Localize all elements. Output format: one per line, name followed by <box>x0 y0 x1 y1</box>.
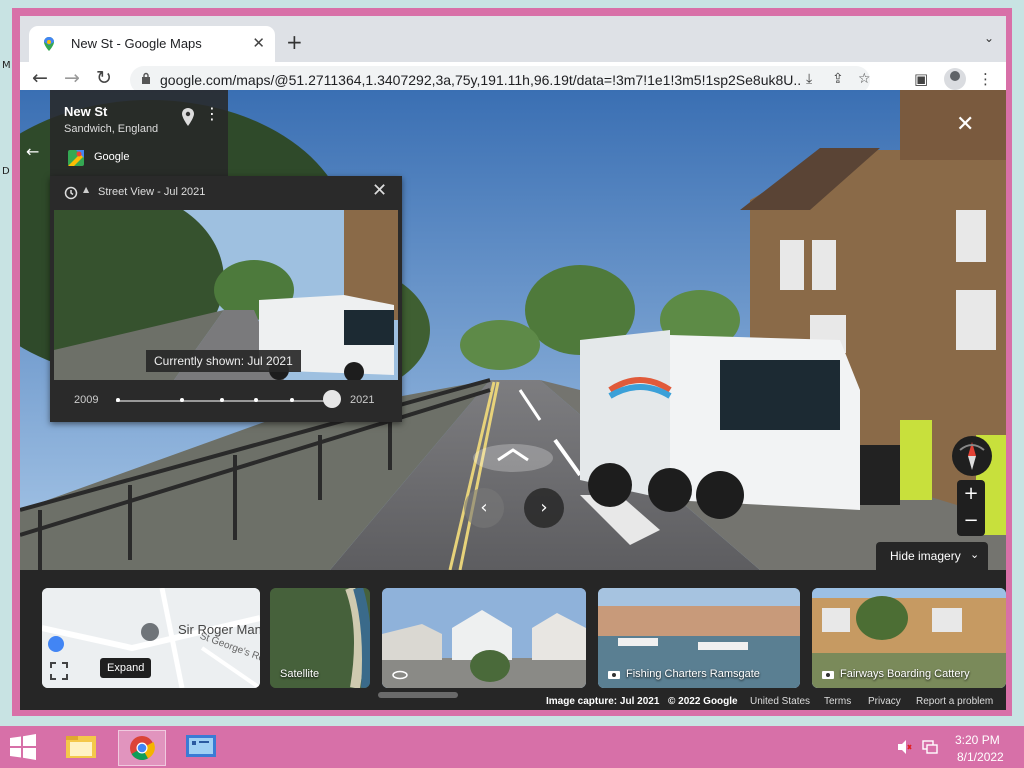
history-clock-icon[interactable] <box>64 186 78 200</box>
google-maps-logo-icon <box>68 150 84 166</box>
desktop-glyph-d: D <box>2 166 10 177</box>
street-view-history-panel: ▲ Street View - Jul 2021 ✕ Currently sho… <box>50 176 402 422</box>
volume-muted-icon[interactable] <box>898 740 912 754</box>
expand-tooltip: Expand <box>100 658 152 678</box>
timeline-tick[interactable] <box>220 398 224 402</box>
report-problem-link[interactable]: Report a problem <box>916 696 993 707</box>
share-icon[interactable]: ⇪ <box>832 71 844 87</box>
reload-icon[interactable]: ↻ <box>96 67 112 89</box>
timeline-end-year: 2021 <box>350 394 375 406</box>
hide-imagery-label: Hide imagery <box>890 549 961 563</box>
map-footer: Image capture: Jul 2021 © 2022 Google Un… <box>20 696 1006 710</box>
location-pin-icon[interactable] <box>182 108 194 126</box>
next-arrow-button[interactable]: › <box>524 488 564 528</box>
windows-start-icon[interactable] <box>10 734 36 760</box>
network-icon[interactable] <box>922 740 938 754</box>
cattery-card[interactable]: Fairways Boarding Cattery <box>812 588 1006 688</box>
fishing-charters-label: Fishing Charters Ramsgate <box>626 668 760 680</box>
chrome-icon <box>130 736 155 761</box>
more-options-icon[interactable]: ⋮ <box>204 104 220 123</box>
file-explorer-icon[interactable] <box>58 730 104 764</box>
back-arrow-icon[interactable]: ← <box>26 142 39 161</box>
maps-pin-icon <box>44 37 54 51</box>
timeline-tick[interactable] <box>290 398 294 402</box>
place-header-panel: New St Sandwich, England ⋮ Google <box>50 90 228 178</box>
tab-google-maps[interactable]: New St - Google Maps ✕ <box>29 26 275 62</box>
imagery-strip: Sir Roger Manwood's S St George's Rd Exp… <box>20 570 1006 710</box>
timeline-tick[interactable] <box>116 398 120 402</box>
back-icon[interactable]: ← <box>32 67 48 89</box>
tab-search-icon[interactable]: ⌄ <box>984 31 994 45</box>
current-date-tooltip: Currently shown: Jul 2021 <box>146 350 301 372</box>
street-view-viewport[interactable]: ← New St Sandwich, England ⋮ Google ▲ St… <box>20 90 1006 710</box>
chrome-taskbar-button[interactable] <box>118 730 166 766</box>
country-link[interactable]: United States <box>750 696 810 707</box>
hide-imagery-button[interactable]: Hide imagery ⌄ <box>876 542 988 570</box>
caret-up-icon[interactable]: ▲ <box>83 185 89 194</box>
compass-icon[interactable] <box>952 436 992 476</box>
clock-time[interactable]: 3:20 PM <box>955 733 1000 747</box>
bookmark-star-icon[interactable]: ☆ <box>858 71 871 87</box>
browser-window: — ☐ ✕ New St - Google Maps ✕ + ⌄ ← → ↻ g… <box>12 8 1012 716</box>
panorama-image <box>382 588 586 688</box>
new-tab-button[interactable]: + <box>286 30 303 54</box>
privacy-link[interactable]: Privacy <box>868 696 901 707</box>
zoom-in-button[interactable]: + <box>957 480 985 508</box>
chrome-menu-icon[interactable]: ⋮ <box>978 70 993 88</box>
panorama-360-icon <box>392 670 408 680</box>
panorama-card[interactable] <box>382 588 586 688</box>
cattery-label: Fairways Boarding Cattery <box>840 668 970 680</box>
lock-icon[interactable] <box>141 72 151 84</box>
place-subtitle: Sandwich, England <box>64 123 159 135</box>
side-panel-icon[interactable]: ▣ <box>914 70 928 88</box>
timeline-tick[interactable] <box>254 398 258 402</box>
fishing-charters-card[interactable]: Fishing Charters Ramsgate <box>598 588 800 688</box>
timeline-start-year: 2009 <box>74 394 99 406</box>
map-poi-label: Sir Roger Manwood's S <box>178 622 260 637</box>
copyright-text: © 2022 Google <box>668 696 738 707</box>
install-icon[interactable]: ⤓ <box>806 71 812 87</box>
chevron-down-icon: ⌄ <box>970 548 980 561</box>
history-header[interactable]: ▲ Street View - Jul 2021 ✕ <box>50 176 402 210</box>
camera-icon <box>822 671 834 679</box>
timeline-slider-handle[interactable] <box>323 390 341 408</box>
history-title: Street View - Jul 2021 <box>98 186 206 198</box>
place-name: New St <box>64 104 108 119</box>
taskbar: 3:20 PM 8/1/2022 <box>0 726 1024 768</box>
clock-date[interactable]: 8/1/2022 <box>957 750 1004 764</box>
zoom-out-button[interactable]: − <box>957 508 985 536</box>
image-capture-date: Image capture: Jul 2021 <box>546 696 660 707</box>
tab-title: New St - Google Maps <box>71 36 202 51</box>
forward-icon[interactable]: → <box>64 67 80 89</box>
profile-avatar[interactable] <box>944 68 966 90</box>
camera-icon <box>608 671 620 679</box>
close-history-icon[interactable]: ✕ <box>372 180 387 201</box>
tab-close-icon[interactable]: ✕ <box>252 34 265 52</box>
timeline-tick[interactable] <box>180 398 184 402</box>
previous-arrow-button[interactable]: ‹ <box>464 488 504 528</box>
timeline-slider-track[interactable] <box>116 400 332 402</box>
url-text[interactable]: google.com/maps/@51.2711364,1.3407292,3a… <box>160 72 800 88</box>
map-card[interactable]: Sir Roger Manwood's S St George's Rd Exp… <box>42 588 260 688</box>
satellite-label: Satellite <box>280 668 320 680</box>
satellite-card[interactable]: Satellite <box>270 588 370 688</box>
zoom-controls: + − <box>957 480 985 536</box>
control-panel-icon[interactable] <box>178 730 224 764</box>
provider-label: Google <box>94 151 130 163</box>
terms-link[interactable]: Terms <box>824 696 851 707</box>
desktop-glyph-m: M <box>2 60 11 71</box>
close-street-view-icon[interactable]: ✕ <box>956 112 974 137</box>
browser-chrome: New St - Google Maps ✕ + ⌄ ← → ↻ google.… <box>20 16 1006 98</box>
expand-icon[interactable] <box>50 662 68 680</box>
